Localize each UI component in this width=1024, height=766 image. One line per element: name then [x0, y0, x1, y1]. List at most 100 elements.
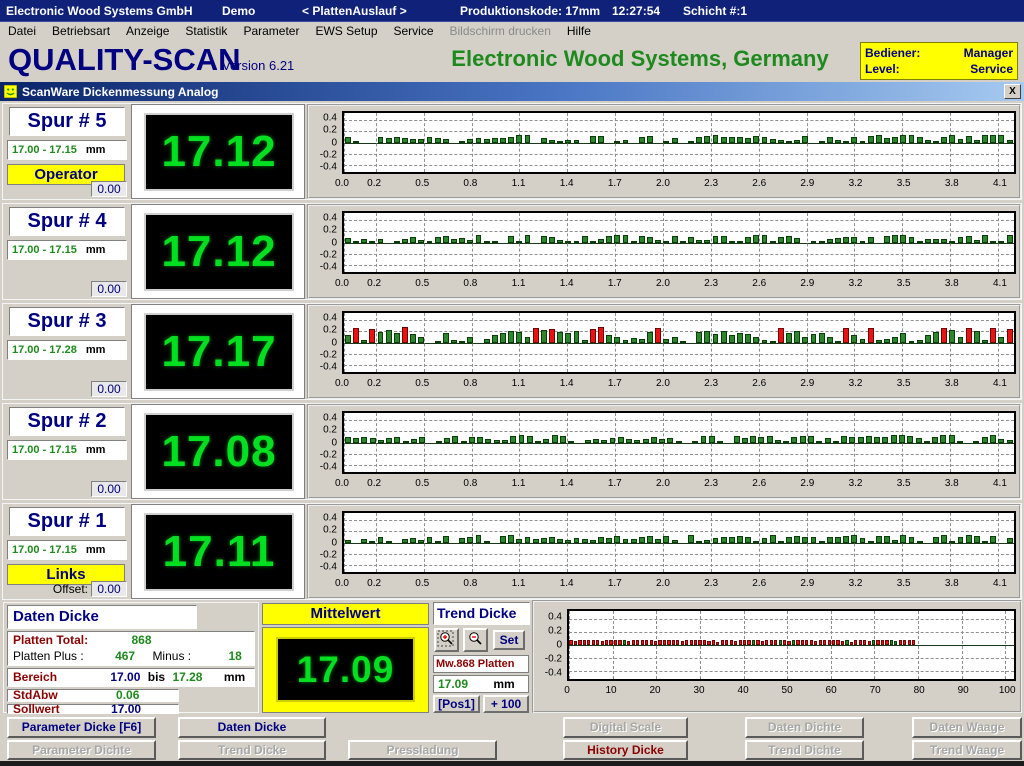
- menu-hilfe[interactable]: Hilfe: [559, 23, 599, 39]
- scanware-smiley-icon: [4, 85, 17, 98]
- trend-dicke-panel: Trend Dicke Set Mw.868 Platten 17.09 mm …: [433, 602, 530, 713]
- company-name: Electronic Wood Systems GmbH: [6, 4, 193, 18]
- chart-x-axis: 0.00.20.50.81.11.41.72.02.32.62.93.23.53…: [342, 478, 1016, 491]
- menu-bildschirm-drucken[interactable]: Bildschirm drucken: [442, 23, 559, 39]
- zoom-in-magnifier-icon: [437, 630, 456, 648]
- close-icon[interactable]: X: [1004, 84, 1021, 99]
- offset-field[interactable]: 0.00: [91, 281, 127, 297]
- thickness-display: 17.08: [146, 415, 292, 489]
- bereich-row: Bereich 17.00 bis 17.28 mm: [7, 668, 255, 687]
- deviation-chart-spur-5: 0.40.20-0.2-0.4 0.00.20.50.81.11.41.72.0…: [307, 104, 1021, 199]
- trend-waage-button[interactable]: Trend Waage: [912, 740, 1022, 760]
- deviation-chart-spur-3: 0.40.20-0.2-0.4 0.00.20.50.81.11.41.72.0…: [307, 304, 1021, 399]
- stdabw-value: 0.06: [116, 688, 139, 702]
- offset-field[interactable]: 0.00: [91, 581, 127, 597]
- trend-dicke-button[interactable]: Trend Dicke: [178, 740, 326, 760]
- thickness-display: 17.12: [146, 115, 292, 189]
- platten-plus-value: 467: [115, 649, 135, 663]
- offset-field[interactable]: 0.00: [91, 481, 127, 497]
- shift-label: Schicht #:1: [683, 4, 747, 18]
- chart-y-axis: 0.40.20-0.2-0.4: [309, 511, 340, 574]
- menu-statistik[interactable]: Statistik: [177, 23, 235, 39]
- platten-counts: Platten Total: 868 Platten Plus : 467 Mi…: [7, 631, 255, 666]
- tolerance-range: 17.00 - 17.15mm: [7, 540, 127, 560]
- track-info: Spur # 3 17.00 - 17.28mm 0.00: [5, 304, 129, 399]
- plus-100-button[interactable]: + 100: [483, 695, 529, 713]
- menu-datei[interactable]: Datei: [0, 23, 44, 39]
- digital-display-panel: 17.11: [131, 504, 305, 599]
- set-button[interactable]: Set: [493, 630, 525, 650]
- track-name: Spur # 4: [9, 207, 125, 236]
- parameter-dicke-button[interactable]: Parameter Dicke [F6]: [7, 717, 156, 738]
- window-bottom-edge: [0, 761, 1024, 766]
- operator-label: Bediener:: [865, 45, 920, 61]
- tolerance-range: 17.00 - 17.28mm: [7, 340, 127, 360]
- menu-service[interactable]: Service: [386, 23, 442, 39]
- platten-minus-value: 18: [228, 649, 241, 663]
- parameter-dichte-button[interactable]: Parameter Dichte: [7, 740, 156, 760]
- trend-mean-count: Mw.868 Platten: [433, 655, 529, 673]
- stats-panel-title: Daten Dicke: [7, 605, 197, 629]
- thickness-display: 17.11: [146, 515, 292, 589]
- menu-anzeige[interactable]: Anzeige: [118, 23, 177, 39]
- chart-plot-area: [567, 609, 1016, 681]
- chart-x-axis: 0.00.20.50.81.11.41.72.02.32.62.93.23.53…: [342, 278, 1016, 291]
- app-title: QUALITY-SCAN: [8, 42, 241, 78]
- thickness-display: 17.17: [146, 315, 292, 389]
- chart-plot-area: [342, 211, 1016, 274]
- production-code: Produktionskode: 17mm: [460, 4, 600, 18]
- track-row-spur-2: Spur # 2 17.00 - 17.15mm 0.00 17.08 0.40…: [2, 403, 1022, 500]
- tolerance-range: 17.00 - 17.15mm: [7, 240, 127, 260]
- daten-dicke-button[interactable]: Daten Dicke: [178, 717, 326, 738]
- operator-level-box: Bediener: Manager Level: Service: [860, 42, 1018, 80]
- menu-parameter[interactable]: Parameter: [235, 23, 307, 39]
- daten-waage-button[interactable]: Daten Waage: [912, 717, 1022, 738]
- app-header: QUALITY-SCAN Version 6.21 Electronic Woo…: [0, 40, 1024, 82]
- digital-display-panel: 17.17: [131, 304, 305, 399]
- zoom-out-button[interactable]: [463, 628, 488, 652]
- trend-panel-title: Trend Dicke: [433, 602, 530, 625]
- digital-scale-button[interactable]: Digital Scale: [563, 717, 688, 738]
- zoom-in-button[interactable]: [434, 628, 459, 652]
- track-info: Spur # 2 17.00 - 17.15mm 0.00: [5, 404, 129, 499]
- digital-display-panel: 17.08: [131, 404, 305, 499]
- track-row-spur-5: Spur # 5 17.00 - 17.15mm Operator 0.00 1…: [2, 103, 1022, 200]
- thickness-display: 17.12: [146, 215, 292, 289]
- operator-value: Manager: [964, 45, 1013, 61]
- trend-dichte-button[interactable]: Trend Dichte: [745, 740, 864, 760]
- track-name: Spur # 5: [9, 107, 125, 136]
- digital-display-panel: 17.12: [131, 204, 305, 299]
- digital-display-panel: 17.12: [131, 104, 305, 199]
- chart-x-axis: 0.00.20.50.81.11.41.72.02.32.62.93.23.53…: [342, 578, 1016, 591]
- chart-plot-area: [342, 111, 1016, 174]
- track-row-spur-3: Spur # 3 17.00 - 17.28mm 0.00 17.17 0.40…: [2, 303, 1022, 400]
- pressladung-button[interactable]: Pressladung: [348, 740, 497, 760]
- track-row-spur-4: Spur # 4 17.00 - 17.15mm 0.00 17.12 0.40…: [2, 203, 1022, 300]
- chart-y-axis: 0.40.20-0.2-0.4: [309, 311, 340, 374]
- app-version: Version 6.21: [222, 58, 294, 73]
- bereich-from: 17.00: [110, 670, 140, 684]
- chart-y-axis: 0.40.20-0.2-0.4: [309, 111, 340, 174]
- clock: 12:27:54: [612, 4, 660, 18]
- mittelwert-display: 17.09: [278, 639, 413, 700]
- offset-field[interactable]: 0.00: [91, 381, 127, 397]
- level-value: Service: [970, 61, 1013, 77]
- offset-field[interactable]: 0.00: [91, 181, 127, 197]
- zoom-out-magnifier-icon: [466, 630, 485, 648]
- chart-y-axis: 0.40.20-0.2-0.4: [534, 609, 565, 681]
- chart-plot-area: [342, 511, 1016, 574]
- level-label: Level:: [865, 61, 900, 77]
- menu-bar: Datei Betriebsart Anzeige Statistik Para…: [0, 22, 1024, 40]
- deviation-chart-spur-2: 0.40.20-0.2-0.4 0.00.20.50.81.11.41.72.0…: [307, 404, 1021, 499]
- chart-y-axis: 0.40.20-0.2-0.4: [309, 211, 340, 274]
- window-titlebar[interactable]: ScanWare Dickenmessung Analog X: [0, 82, 1024, 101]
- brand-title: Electronic Wood Systems, Germany: [430, 46, 850, 72]
- daten-dichte-button[interactable]: Daten Dichte: [745, 717, 864, 738]
- chart-plot-area: [342, 411, 1016, 474]
- menu-ews-setup[interactable]: EWS Setup: [307, 23, 385, 39]
- track-info: Spur # 4 17.00 - 17.15mm 0.00: [5, 204, 129, 299]
- history-dicke-button[interactable]: History Dicke: [563, 740, 688, 760]
- menu-betriebsart[interactable]: Betriebsart: [44, 23, 118, 39]
- pos1-button[interactable]: [Pos1]: [433, 695, 480, 713]
- track-info: Spur # 5 17.00 - 17.15mm Operator 0.00: [5, 104, 129, 199]
